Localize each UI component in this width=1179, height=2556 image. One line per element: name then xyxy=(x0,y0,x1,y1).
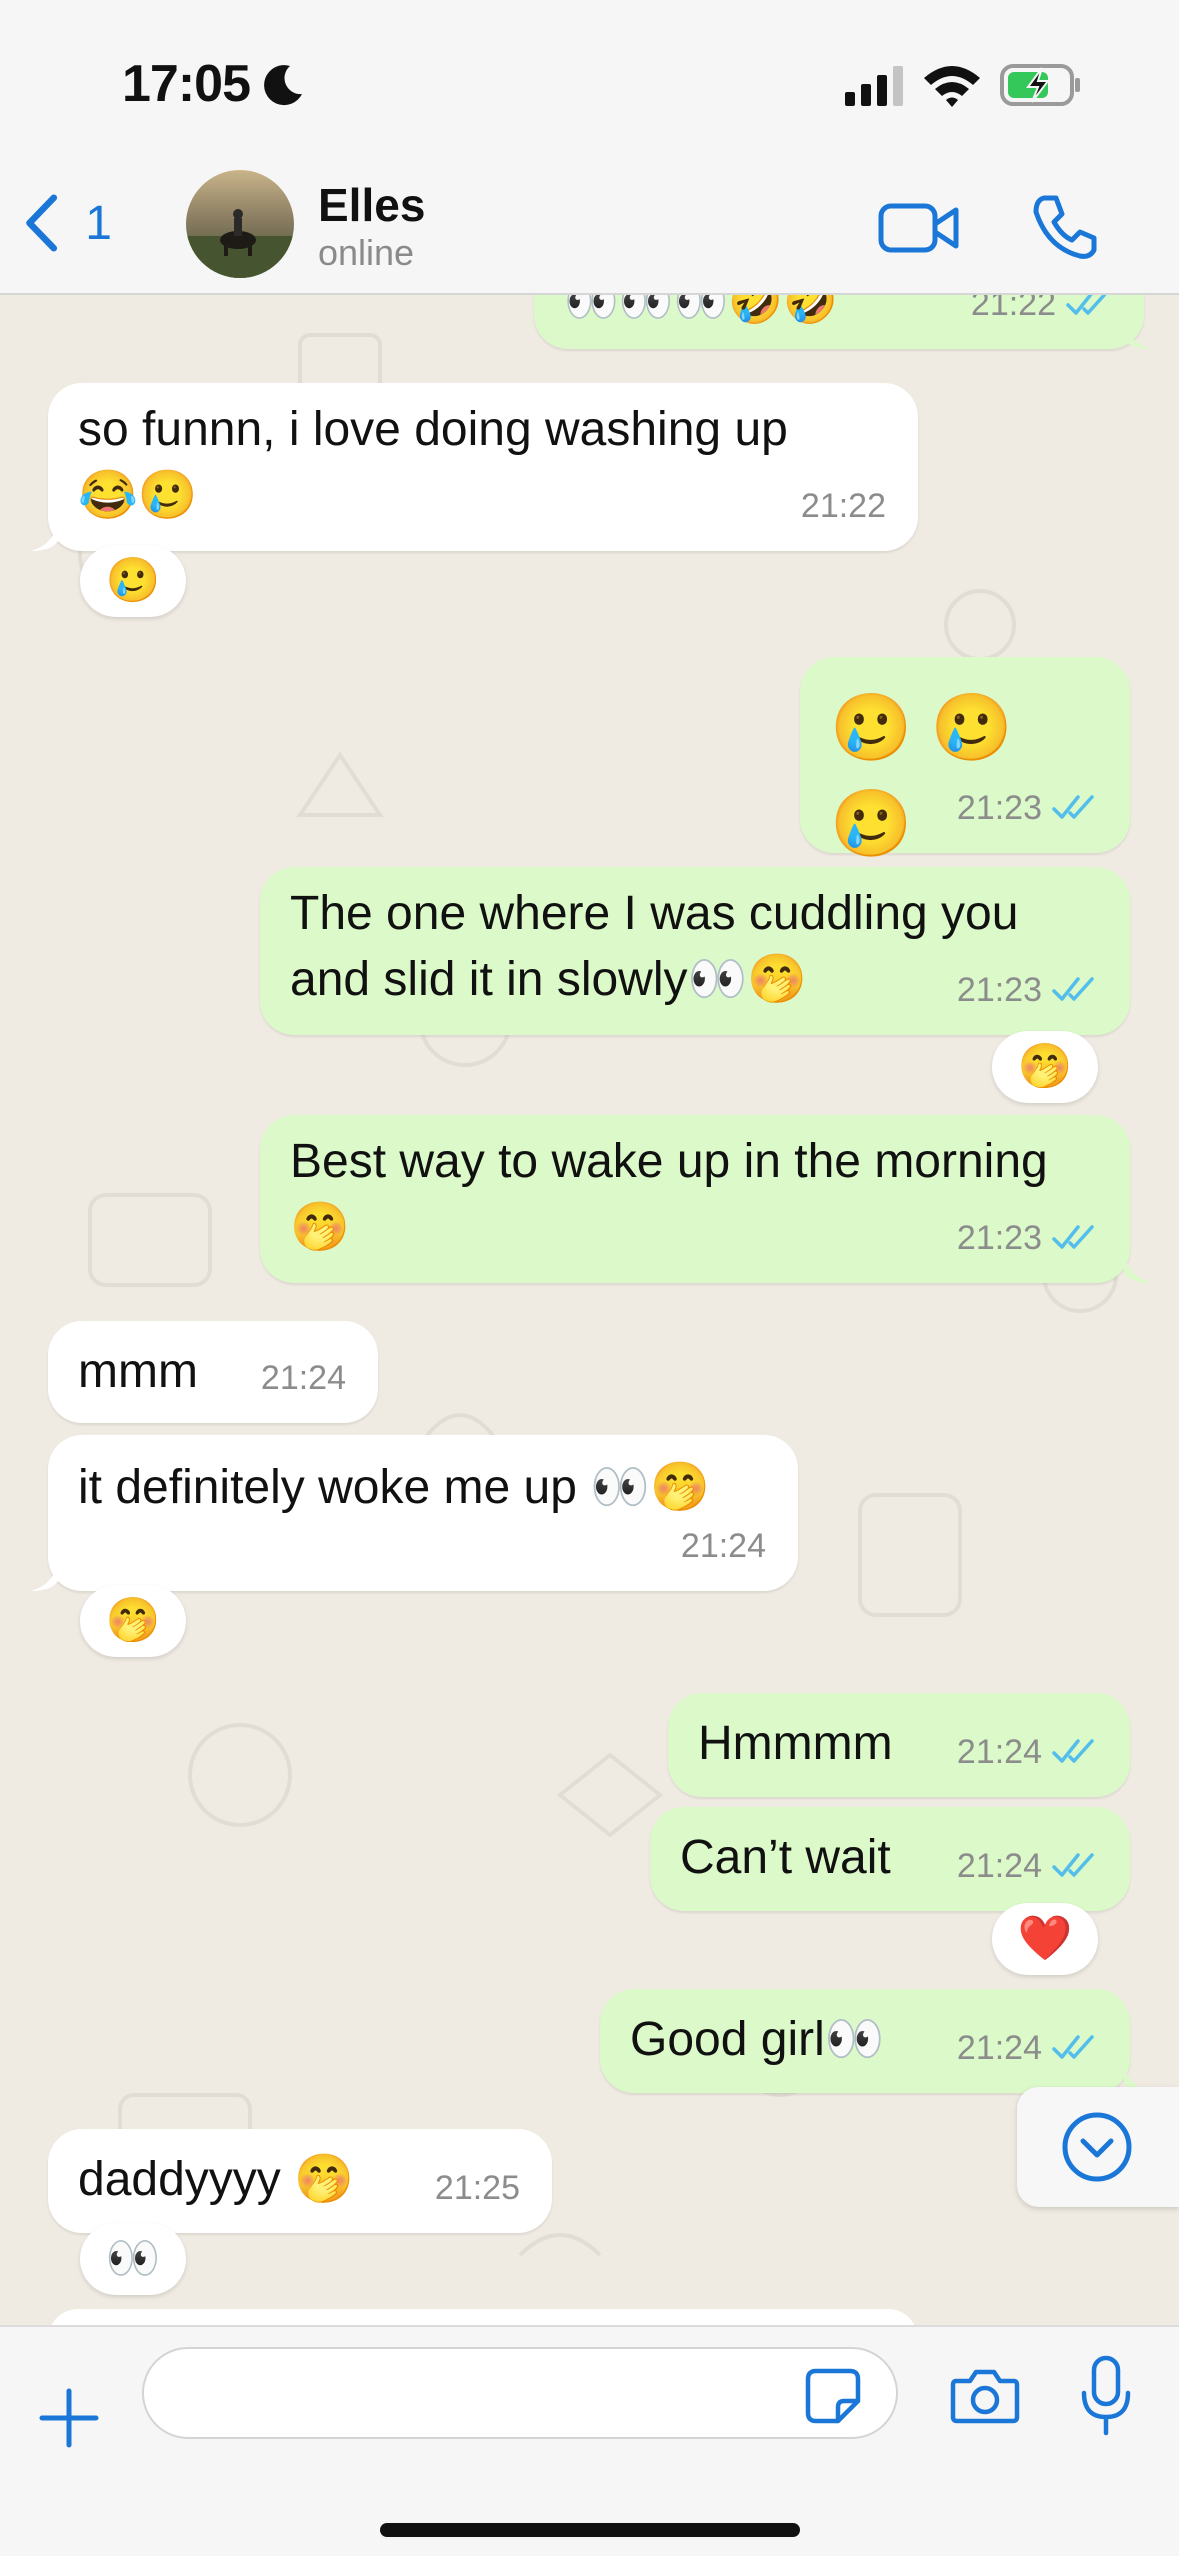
status-bar: 17:05 xyxy=(0,0,1179,160)
scroll-down-icon xyxy=(1062,2112,1132,2182)
read-receipt-icon xyxy=(1066,295,1107,315)
home-indicator xyxy=(380,2523,800,2537)
message-time: 21:24 xyxy=(680,1527,766,1565)
back-unread-count: 1 xyxy=(85,196,112,250)
bubble-tail xyxy=(1124,319,1152,349)
message-outgoing[interactable]: Best way to wake up in the morning 🤭 21:… xyxy=(260,1115,1130,1283)
message-incoming[interactable]: it definitely woke me up 👀🤭 21:24 xyxy=(48,1435,798,1591)
message-incoming[interactable]: mmm 21:24 xyxy=(48,1321,378,1423)
contact-name[interactable]: Elles xyxy=(318,178,425,232)
message-time: 21:25 xyxy=(434,2169,520,2207)
message-outgoing[interactable]: 👀👀👀🤣🤣 21:22 xyxy=(534,295,1144,349)
bubble-tail xyxy=(1124,1253,1152,1283)
contact-status: online xyxy=(318,232,415,273)
read-receipt-icon xyxy=(1052,1225,1094,1249)
battery-charging-icon xyxy=(1000,64,1080,106)
wifi-icon xyxy=(924,66,980,107)
message-time: 21:22 xyxy=(800,487,886,525)
message-incoming-partial[interactable] xyxy=(48,2309,918,2325)
phone-icon[interactable] xyxy=(1030,192,1100,262)
message-meta: 21:25 xyxy=(435,2155,520,2221)
message-meta: 21:24 xyxy=(957,1719,1098,1785)
message-input[interactable] xyxy=(142,2347,898,2439)
back-button[interactable]: 1 xyxy=(22,188,112,258)
message-meta: 21:24 xyxy=(261,1345,346,1411)
message-outgoing[interactable]: The one where I was cuddling you and sli… xyxy=(260,867,1130,1035)
chat-area[interactable]: 👀👀👀🤣🤣 21:22 so funnn, i love doing washi… xyxy=(0,295,1179,2325)
message-incoming[interactable]: daddyyyy 🤭 21:25 xyxy=(48,2129,552,2233)
message-text: so funnn, i love doing washing up xyxy=(78,403,788,456)
message-text-line2: 😂🥲 xyxy=(78,469,198,522)
message-text: 🥲 🥲 🥲 xyxy=(830,690,1013,860)
message-text: Best way to wake up in the morning xyxy=(290,1135,1048,1188)
message-outgoing[interactable]: Can’t wait 21:24 xyxy=(650,1807,1130,1911)
read-receipt-icon xyxy=(1052,1853,1094,1877)
message-meta: 21:23 xyxy=(957,957,1098,1023)
plus-icon[interactable] xyxy=(36,2385,102,2451)
message-incoming[interactable]: so funnn, i love doing washing up 😂🥲 21:… xyxy=(48,383,918,551)
message-reaction[interactable]: 👀 xyxy=(80,2223,186,2295)
message-time: 21:24 xyxy=(260,1359,346,1397)
scroll-to-bottom-button[interactable] xyxy=(1017,2087,1179,2207)
microphone-icon[interactable] xyxy=(1080,2355,1132,2437)
avatar[interactable] xyxy=(186,170,294,278)
message-outgoing[interactable]: 🥲 🥲 🥲 21:23 xyxy=(800,657,1130,860)
message-reaction[interactable]: 🤭 xyxy=(992,1031,1098,1103)
signal-icon xyxy=(845,66,903,106)
message-outgoing[interactable]: Hmmmm 21:24 xyxy=(668,1693,1130,1797)
camera-icon[interactable] xyxy=(950,2367,1020,2425)
message-time: 21:22 xyxy=(970,295,1056,323)
message-reaction[interactable]: 🤭 xyxy=(80,1585,186,1657)
status-time: 17:05 xyxy=(122,55,251,113)
message-outgoing[interactable]: Good girl👀 21:24 xyxy=(600,1989,1130,2093)
message-reaction[interactable]: ❤️ xyxy=(992,1903,1098,1975)
message-meta: 21:22 xyxy=(801,473,886,539)
video-call-icon[interactable] xyxy=(878,198,960,258)
message-meta: 21:24 xyxy=(957,2015,1098,2081)
message-time: 21:24 xyxy=(956,2029,1042,2067)
read-receipt-icon xyxy=(1052,2035,1094,2059)
message-meta: 21:23 xyxy=(957,775,1098,841)
message-meta: 21:24 xyxy=(681,1513,766,1579)
message-text: it definitely woke me up 👀🤭 xyxy=(78,1461,710,1514)
chat-header: 1 Elles online xyxy=(0,160,1179,295)
message-text: The one where I was cuddling you xyxy=(290,887,1019,940)
avatar-photo xyxy=(186,170,294,278)
moon-icon xyxy=(264,65,302,106)
sticker-icon[interactable] xyxy=(804,2367,862,2425)
bubble-tail xyxy=(30,521,58,551)
message-reaction[interactable]: 🥲 xyxy=(80,545,186,617)
read-receipt-icon xyxy=(1052,977,1094,1001)
message-time: 21:23 xyxy=(956,971,1042,1009)
read-receipt-icon xyxy=(1052,795,1094,819)
message-time: 21:24 xyxy=(956,1733,1042,1771)
back-chevron-icon xyxy=(26,194,58,252)
read-receipt-icon xyxy=(1052,1739,1094,1763)
composer-bar xyxy=(0,2325,1179,2556)
message-meta: 21:22 xyxy=(971,295,1112,337)
message-time: 21:24 xyxy=(956,1847,1042,1885)
message-time: 21:23 xyxy=(956,789,1042,827)
message-meta: 21:23 xyxy=(957,1205,1098,1271)
message-time: 21:23 xyxy=(956,1219,1042,1257)
bubble-tail xyxy=(30,1561,58,1591)
message-meta: 21:24 xyxy=(957,1833,1098,1899)
